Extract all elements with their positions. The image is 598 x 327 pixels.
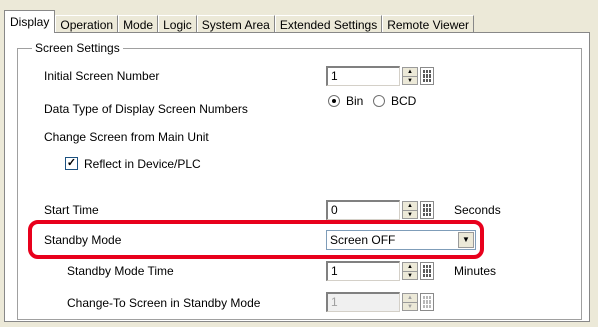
standby-time-unit: Minutes <box>454 264 497 278</box>
standby-mode-value: Screen OFF <box>330 233 396 247</box>
standby-time-spinner[interactable]: ▲ ▼ <box>402 262 418 280</box>
keypad-icon[interactable] <box>420 67 434 85</box>
bin-radio[interactable] <box>328 95 340 107</box>
dropdown-arrow-icon[interactable]: ▼ <box>458 232 474 248</box>
start-time-label: Start Time <box>44 203 99 217</box>
bin-radio-label: Bin <box>346 94 364 108</box>
bcd-radio-label: BCD <box>391 94 417 108</box>
standby-mode-select[interactable]: Screen OFF ▼ <box>326 230 476 250</box>
spin-down-icon[interactable]: ▼ <box>403 211 417 219</box>
start-time-unit: Seconds <box>454 203 501 217</box>
keypad-icon[interactable] <box>420 293 434 311</box>
group-title: Screen Settings <box>32 41 123 55</box>
spin-up-icon[interactable]: ▲ <box>403 68 417 77</box>
spin-down-icon[interactable]: ▼ <box>403 272 417 280</box>
keypad-icon[interactable] <box>420 262 434 280</box>
tab-logic[interactable]: Logic <box>158 15 197 33</box>
tab-operation[interactable]: Operation <box>55 15 119 33</box>
initial-screen-input[interactable]: 1 <box>326 66 400 86</box>
tab-remote-viewer[interactable]: Remote Viewer <box>382 15 475 33</box>
start-time-input[interactable]: 0 <box>326 200 400 220</box>
spin-up-icon[interactable]: ▲ <box>403 294 417 303</box>
reflect-label: Reflect in Device/PLC <box>84 157 201 171</box>
standby-time-input[interactable]: 1 <box>326 261 400 281</box>
spin-up-icon[interactable]: ▲ <box>403 263 417 272</box>
standby-screen-input[interactable]: 1 <box>326 292 400 312</box>
spin-down-icon[interactable]: ▼ <box>403 303 417 311</box>
standby-time-label: Standby Mode Time <box>67 264 174 278</box>
tab-extended-settings[interactable]: Extended Settings <box>274 15 383 33</box>
bcd-radio[interactable] <box>373 95 385 107</box>
screen-settings-group <box>17 48 582 320</box>
standby-mode-label: Standby Mode <box>44 233 122 247</box>
tab-display[interactable]: Display <box>4 10 56 33</box>
spin-up-icon[interactable]: ▲ <box>403 202 417 211</box>
standby-screen-label: Change-To Screen in Standby Mode <box>67 296 261 310</box>
tab-system-area[interactable]: System Area <box>196 15 275 33</box>
data-type-label: Data Type of Display Screen Numbers <box>44 102 248 116</box>
initial-screen-label: Initial Screen Number <box>44 69 160 83</box>
tab-mode[interactable]: Mode <box>118 15 159 33</box>
start-time-spinner[interactable]: ▲ ▼ <box>402 201 418 219</box>
spin-down-icon[interactable]: ▼ <box>403 77 417 85</box>
reflect-checkbox[interactable]: ✓ <box>65 157 78 170</box>
initial-screen-spinner[interactable]: ▲ ▼ <box>402 67 418 85</box>
keypad-icon[interactable] <box>420 201 434 219</box>
change-screen-label: Change Screen from Main Unit <box>44 130 209 144</box>
tab-bar: Display Operation Mode Logic System Area… <box>4 10 475 33</box>
standby-screen-spinner[interactable]: ▲ ▼ <box>402 293 418 311</box>
